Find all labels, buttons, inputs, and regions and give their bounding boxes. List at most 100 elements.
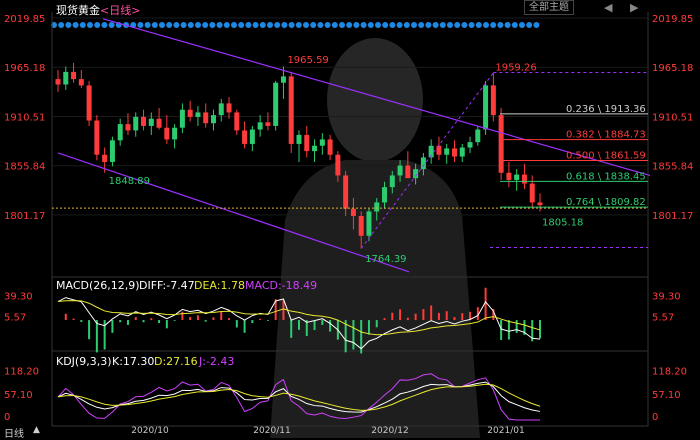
candle-body — [133, 116, 139, 131]
x-tick-label: 2020/10 — [131, 426, 169, 436]
kdj-k-label: K:17.30 — [112, 355, 155, 368]
candle-body — [63, 71, 69, 85]
macd-value-label: MACD:-18.49 — [245, 279, 318, 292]
candle-body — [374, 202, 380, 212]
macd-title: MACD(26,12,9) — [56, 279, 140, 292]
fib-level-label: 0.236 \ 1913.36 — [566, 104, 646, 115]
candle-body — [203, 112, 209, 124]
candle-body — [265, 122, 271, 126]
candle-body — [78, 79, 84, 86]
candle-body — [405, 165, 411, 179]
candle-body — [343, 175, 349, 209]
candle-body — [459, 147, 465, 157]
candle-body — [141, 116, 147, 126]
macd-dea-label: DEA:1.78 — [194, 279, 245, 292]
candle-body — [350, 208, 356, 216]
macd-y-tick-right: 39.30 — [652, 292, 681, 303]
candle-body — [382, 187, 388, 203]
candle-body — [117, 124, 123, 141]
candle-body — [312, 145, 318, 152]
candle-body — [71, 71, 77, 80]
kdj-y-tick-right: 0 — [652, 412, 658, 423]
y-tick-left: 1855.84 — [4, 162, 45, 173]
y-tick-right: 2019.85 — [652, 14, 693, 25]
candle-body — [234, 112, 240, 131]
candle-body — [304, 134, 310, 152]
kdj-d-label: D:27.16 — [154, 355, 198, 368]
kdj-y-tick-left: 118.20 — [4, 367, 39, 378]
candle-body — [94, 120, 100, 155]
macd-y-tick-left: 39.30 — [4, 292, 33, 303]
candle-body — [148, 118, 154, 126]
candle-body — [498, 115, 504, 173]
candle-body — [389, 175, 395, 188]
candle-body — [514, 174, 520, 180]
y-tick-left: 1965.18 — [4, 63, 45, 74]
candle-body — [444, 148, 450, 155]
candle-body — [529, 183, 535, 203]
candle-body — [257, 122, 263, 130]
candle-body — [226, 103, 232, 113]
candle-body — [296, 134, 302, 144]
y-tick-left: 2019.85 — [4, 14, 45, 25]
candle-body — [86, 85, 92, 121]
candle-body — [55, 79, 61, 85]
candle-body — [467, 142, 473, 148]
y-tick-left: 1801.17 — [4, 211, 45, 222]
candle-body — [521, 174, 527, 184]
fib-level-label: 0.764 \ 1809.82 — [566, 197, 646, 208]
fib-level-label: 0.382 \ 1884.73 — [566, 130, 646, 141]
candle-body — [195, 112, 201, 117]
price-annotation: 1764.39 — [365, 254, 406, 265]
scroll-up-icon[interactable]: ▲ — [33, 425, 40, 435]
candle-body — [172, 127, 178, 140]
macd-diff-label: DIFF:-7.47 — [139, 279, 195, 292]
photo-watermark-head — [327, 38, 423, 162]
candle-body — [451, 148, 457, 157]
candle-body — [109, 140, 115, 162]
price-annotation: 1965.59 — [287, 55, 328, 66]
kdj-title: KDJ(9,3,3) — [56, 355, 112, 368]
candle-body — [490, 85, 496, 116]
kdj-y-tick-right: 57.10 — [652, 390, 681, 401]
candle-body — [537, 202, 543, 206]
candle-body — [319, 139, 325, 146]
candle-body — [413, 169, 419, 179]
y-tick-left: 1910.51 — [4, 112, 45, 123]
candle-body — [179, 109, 185, 128]
kdj-y-tick-left: 57.10 — [4, 390, 33, 401]
candle-body — [475, 129, 481, 143]
candle-body — [164, 127, 170, 140]
macd-y-tick-right: 5.57 — [652, 313, 674, 324]
kdj-y-tick-right: 118.20 — [652, 367, 687, 378]
y-tick-right: 1965.18 — [652, 63, 693, 74]
candle-body — [327, 139, 333, 155]
kdj-y-tick-left: 0 — [4, 412, 10, 423]
candle-body — [187, 109, 193, 117]
candle-body — [242, 130, 248, 144]
candle-body — [506, 172, 512, 180]
price-annotation: 1848.89 — [109, 176, 150, 187]
candle-body — [156, 118, 162, 128]
candle-body — [210, 115, 216, 124]
macd-y-tick-left: 5.57 — [4, 313, 26, 324]
y-tick-right: 1855.84 — [652, 162, 693, 173]
price-annotation: 1805.18 — [542, 217, 583, 228]
y-tick-right: 1801.17 — [652, 211, 693, 222]
price-annotation: 1959.26 — [495, 63, 536, 74]
candle-body — [397, 165, 403, 176]
candle-body — [102, 154, 108, 162]
candle-body — [280, 76, 286, 83]
candle-body — [273, 82, 279, 126]
x-tick-label: 2020/11 — [253, 426, 290, 436]
candle-body — [358, 215, 364, 236]
candle-body — [125, 124, 131, 131]
candle-body — [218, 103, 224, 116]
candle-body — [288, 76, 294, 144]
fib-level-label: 0.618 \ 1838.45 — [566, 171, 646, 182]
candle-body — [420, 157, 426, 170]
x-tick-label: 2020/12 — [371, 426, 408, 436]
candle-body — [483, 85, 489, 130]
y-tick-right: 1910.51 — [652, 112, 693, 123]
kdj-j-label: J:-2.43 — [199, 355, 235, 368]
